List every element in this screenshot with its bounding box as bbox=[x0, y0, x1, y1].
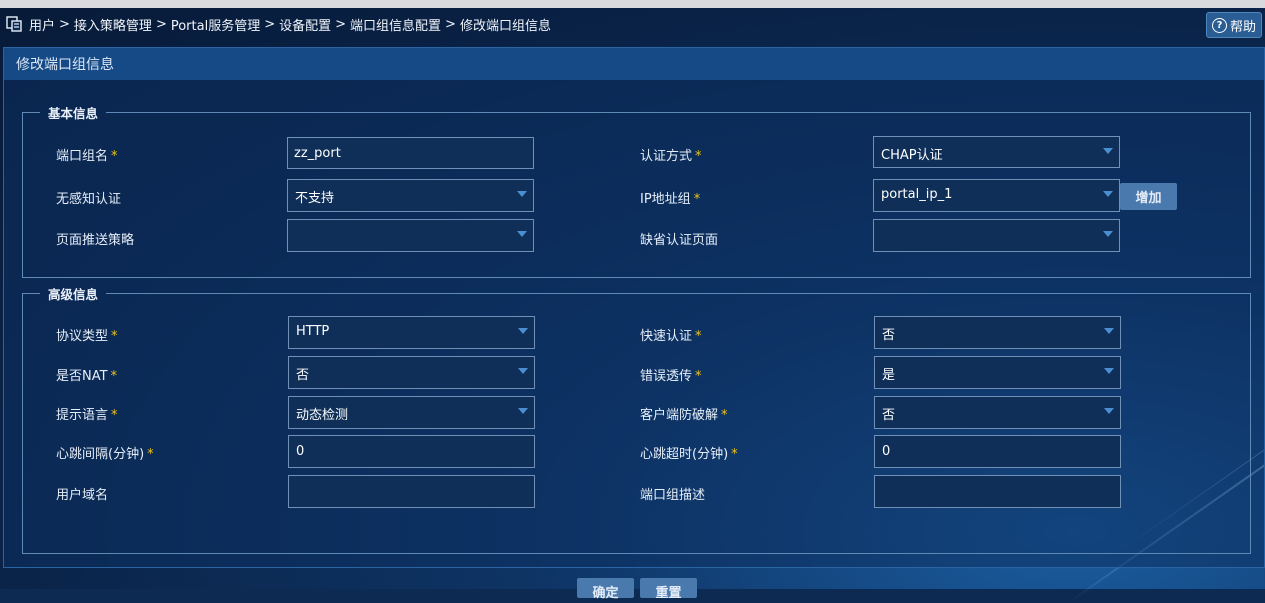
language-label: 提示语言 * bbox=[56, 408, 118, 423]
nat-value: 否 bbox=[296, 368, 310, 383]
nat-label: 是否NAT * bbox=[56, 369, 118, 384]
ip-group-value: portal_ip_1 bbox=[881, 187, 953, 202]
error-passthrough-label: 错误透传 * bbox=[640, 369, 702, 384]
anti-crack-select[interactable]: 否 bbox=[874, 396, 1121, 429]
seamless-auth-label: 无感知认证 bbox=[56, 192, 122, 207]
breadcrumb-separator: > bbox=[59, 16, 70, 32]
language-value: 动态检测 bbox=[296, 408, 349, 423]
chevron-down-icon bbox=[1103, 231, 1113, 237]
breadcrumb-separator: > bbox=[445, 16, 456, 32]
chevron-down-icon bbox=[1104, 408, 1114, 414]
error-passthrough-value: 是 bbox=[882, 368, 896, 383]
default-auth-page-label: 缺省认证页面 bbox=[640, 233, 719, 248]
help-button[interactable]: ? 帮助 bbox=[1206, 12, 1262, 38]
help-label: 帮助 bbox=[1229, 19, 1256, 35]
chevron-down-icon bbox=[517, 191, 527, 197]
breadcrumb-item-user[interactable]: 用户 bbox=[29, 15, 55, 34]
anti-crack-value: 否 bbox=[882, 408, 896, 423]
ok-button[interactable]: 确定 bbox=[577, 578, 634, 601]
heartbeat-interval-field[interactable] bbox=[296, 436, 516, 466]
default-auth-page-select[interactable] bbox=[873, 219, 1120, 252]
description-field[interactable] bbox=[882, 476, 1102, 506]
chevron-down-icon bbox=[1103, 148, 1113, 154]
chevron-down-icon bbox=[518, 408, 528, 414]
port-group-name-field[interactable] bbox=[294, 138, 514, 168]
ip-group-select[interactable]: portal_ip_1 bbox=[873, 179, 1120, 212]
advanced-info-legend: 高级信息 bbox=[48, 287, 99, 302]
page-push-policy-select[interactable] bbox=[287, 219, 534, 252]
quick-auth-label: 快速认证 * bbox=[640, 329, 702, 344]
user-menu-icon bbox=[6, 16, 22, 32]
heartbeat-interval-label: 心跳间隔(分钟) * bbox=[56, 447, 154, 462]
chevron-down-icon bbox=[517, 231, 527, 237]
heartbeat-interval-input[interactable] bbox=[288, 435, 535, 468]
nat-select[interactable]: 否 bbox=[288, 356, 535, 389]
chevron-down-icon bbox=[1103, 191, 1113, 197]
description-input[interactable] bbox=[874, 475, 1121, 508]
error-passthrough-select[interactable]: 是 bbox=[874, 356, 1121, 389]
chevron-down-icon bbox=[518, 328, 528, 334]
breadcrumb-item-current: 修改端口组信息 bbox=[459, 18, 551, 34]
breadcrumb-item-device-config[interactable]: 设备配置 bbox=[279, 15, 331, 34]
breadcrumb-separator: > bbox=[264, 16, 276, 32]
port-group-name-label: 端口组名 * bbox=[56, 149, 118, 164]
quick-auth-value: 否 bbox=[882, 328, 896, 343]
panel-title: 修改端口组信息 bbox=[4, 48, 1264, 80]
chevron-down-icon bbox=[1104, 368, 1114, 374]
user-domain-field[interactable] bbox=[296, 476, 516, 506]
port-group-name-input[interactable] bbox=[287, 137, 534, 169]
chevron-down-icon bbox=[1104, 328, 1114, 334]
protocol-value: HTTP bbox=[296, 324, 330, 339]
auth-method-value: CHAP认证 bbox=[881, 148, 943, 163]
auth-method-label: 认证方式 * bbox=[640, 149, 702, 164]
breadcrumb-item-portal-service[interactable]: Portal服务管理 bbox=[171, 15, 260, 34]
ip-group-label: IP地址组 * bbox=[640, 192, 701, 207]
breadcrumb-separator: > bbox=[335, 16, 347, 32]
quick-auth-select[interactable]: 否 bbox=[874, 316, 1121, 349]
breadcrumb-separator: > bbox=[155, 16, 167, 32]
seamless-auth-select[interactable]: 不支持 bbox=[287, 179, 534, 212]
description-label: 端口组描述 bbox=[640, 488, 706, 503]
add-ip-group-button[interactable]: 增加 bbox=[1120, 183, 1177, 210]
breadcrumb-item-port-group-config[interactable]: 端口组信息配置 bbox=[350, 15, 441, 34]
basic-info-legend: 基本信息 bbox=[48, 106, 99, 121]
window-top-strip bbox=[0, 0, 1265, 8]
chevron-down-icon bbox=[518, 368, 528, 374]
user-domain-label: 用户域名 bbox=[56, 488, 109, 503]
protocol-select[interactable]: HTTP bbox=[288, 316, 535, 349]
language-select[interactable]: 动态检测 bbox=[288, 396, 535, 429]
auth-method-select[interactable]: CHAP认证 bbox=[873, 136, 1120, 168]
protocol-label: 协议类型 * bbox=[56, 329, 118, 344]
user-domain-input[interactable] bbox=[288, 475, 535, 508]
breadcrumb: 用户 > 接入策略管理 > Portal服务管理 > 设备配置 > 端口组信息配… bbox=[6, 8, 1196, 40]
seamless-auth-value: 不支持 bbox=[295, 191, 335, 206]
page-push-policy-label: 页面推送策略 bbox=[56, 233, 135, 248]
reset-button[interactable]: 重置 bbox=[640, 578, 697, 601]
anti-crack-label: 客户端防破解 * bbox=[640, 408, 728, 423]
breadcrumb-item-access-policy[interactable]: 接入策略管理 bbox=[74, 15, 152, 34]
heartbeat-timeout-input[interactable] bbox=[874, 435, 1121, 468]
question-icon: ? bbox=[1211, 17, 1227, 33]
heartbeat-timeout-field[interactable] bbox=[882, 436, 1102, 466]
heartbeat-timeout-label: 心跳超时(分钟) * bbox=[640, 447, 738, 462]
